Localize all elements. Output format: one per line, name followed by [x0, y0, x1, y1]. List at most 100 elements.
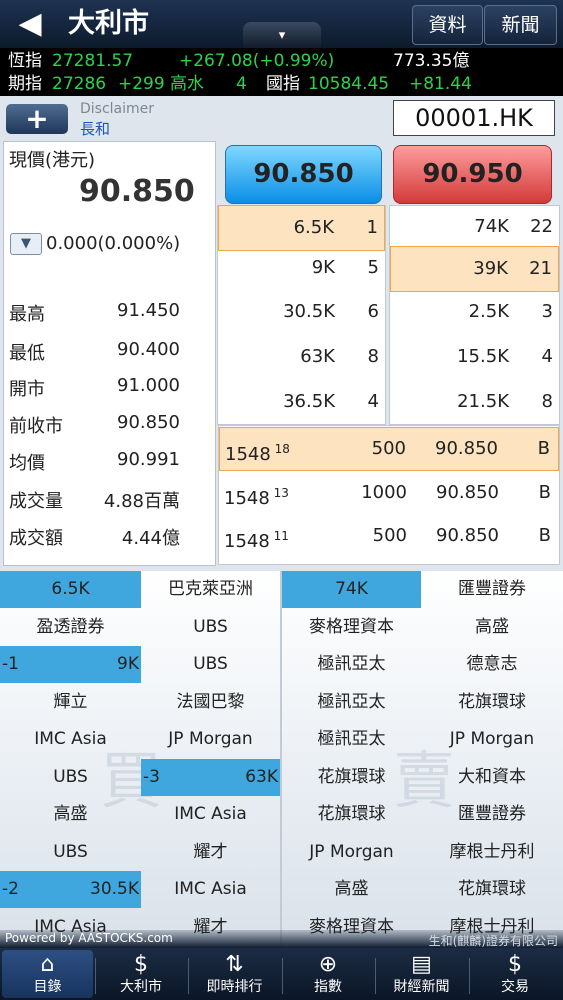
queue-row: 36.5K 4	[218, 380, 385, 424]
tab-label: 財經新聞	[393, 979, 450, 995]
queue-row: 74K 22	[390, 205, 559, 249]
broker-cell: UBS	[53, 841, 88, 862]
tab-index[interactable]: ⊕ 指數	[283, 950, 374, 998]
stat-label: 最高	[9, 304, 45, 325]
broker-spread-cell: -1 9K	[0, 646, 141, 683]
spread-volume: 9K	[117, 654, 139, 674]
page-title: 大利市	[68, 8, 149, 39]
tab-trade[interactable]: $ 交易	[470, 950, 561, 998]
tab-separator	[94, 958, 96, 994]
stat-value: 91.450	[117, 300, 180, 321]
broker-spread-cell: 6.5K	[0, 571, 141, 608]
stat-label: 最低	[9, 343, 45, 364]
trade-time-hhmm: 1548	[224, 531, 270, 552]
broker-cell: 大和資本	[458, 766, 526, 787]
trade-time: 1548 18	[225, 428, 290, 476]
tab-icon: ⌂	[40, 952, 55, 977]
queue-order-count: 8	[541, 391, 553, 412]
futures-label: 期指	[8, 74, 42, 94]
bid-queue: 6.5K 1 9K 5 30.5K 6 63K 8 36.5K 4	[217, 205, 386, 425]
queue-row: 63K 8	[218, 335, 385, 379]
broker-spread-cell: -2 30.5K	[0, 871, 141, 908]
tab-label: 大利市	[120, 979, 162, 995]
premium-label: 高水	[170, 74, 204, 94]
chevron-down-icon: ▼	[10, 233, 42, 255]
dropdown-toggle-icon[interactable]: ▾	[243, 22, 321, 48]
stat-label: 成交量	[9, 491, 63, 512]
tab-icon: ⊕	[318, 952, 338, 977]
tab-separator	[281, 958, 283, 994]
ask-price-button[interactable]: 90.950	[393, 145, 552, 204]
spread-level: -1	[2, 654, 19, 674]
bid-price-button[interactable]: 90.850	[225, 145, 382, 204]
trade-time-hhmm: 1548	[225, 444, 271, 465]
spread-level: -2	[2, 879, 19, 899]
news-button[interactable]: 新聞	[484, 5, 557, 45]
powered-by: Powered by AASTOCKS.com	[5, 931, 173, 945]
tab-label: 目錄	[33, 979, 62, 995]
broker-cell: 花旗環球	[317, 766, 386, 787]
premium-value: 4	[236, 74, 247, 94]
queue-volume: 6.5K	[293, 217, 334, 238]
broker-cell: UBS	[193, 616, 228, 637]
tab-label: 即時排行	[206, 979, 263, 995]
tab-separator	[375, 958, 376, 994]
queue-order-count: 1	[366, 217, 378, 238]
tab-menu[interactable]: ⌂ 目錄	[2, 950, 93, 998]
stock-code-input[interactable]: 00001.HK	[393, 100, 555, 136]
queue-order-count: 8	[367, 346, 379, 367]
broker-cell: 德意志	[466, 654, 518, 674]
broker-cell: 匯豐證券	[458, 579, 526, 599]
price-change: 0.000(0.000%)	[46, 233, 181, 254]
queue-volume: 9K	[311, 257, 335, 278]
current-price: 90.850	[79, 174, 195, 209]
tab-separator	[188, 958, 189, 994]
queue-order-count: 5	[367, 257, 379, 278]
broker-cell: JP Morgan	[449, 729, 535, 749]
queue-volume: 2.5K	[468, 301, 509, 322]
queue-row: 30.5K 6	[218, 290, 385, 334]
queue-order-count: 4	[367, 391, 379, 412]
trade-time-seconds: 13	[269, 486, 289, 500]
trade-quantity: 500	[372, 525, 407, 546]
broker-cell: 高盛	[53, 804, 88, 824]
broker-spread-cell: -3 63K	[141, 758, 280, 796]
hscei-label: 國指	[266, 74, 300, 94]
trade-time-seconds: 18	[270, 442, 290, 456]
queue-row: 39K 21	[390, 246, 559, 292]
stat-label: 成交額	[9, 528, 63, 549]
queue-volume: 30.5K	[283, 301, 335, 322]
disclaimer-link[interactable]: Disclaimer	[80, 101, 154, 117]
info-button[interactable]: 資料	[412, 5, 483, 45]
spread-volume: 63K	[245, 766, 278, 787]
tab-news[interactable]: ▤ 財經新聞	[376, 950, 467, 998]
tab-icon: $	[508, 952, 522, 977]
add-watchlist-button[interactable]: +	[6, 104, 68, 134]
broker-cell: JP Morgan	[309, 841, 394, 862]
trade-time-seconds: 11	[269, 529, 289, 543]
back-icon[interactable]: ◀	[10, 6, 50, 42]
stat-label: 前收市	[9, 416, 63, 437]
queue-volume: 63K	[300, 346, 335, 367]
hsi-label: 恆指	[8, 51, 42, 71]
queue-volume: 21.5K	[457, 391, 509, 412]
spread-level: -3	[143, 766, 160, 787]
tab-ranking[interactable]: ⇅ 即時排行	[189, 950, 280, 998]
hsi-value: 27281.57	[52, 51, 134, 71]
broker-spread-cell: 74K	[282, 571, 421, 608]
broker-cell: IMC Asia	[174, 879, 247, 899]
queue-row: 15.5K 4	[390, 335, 559, 379]
tab-dalishi[interactable]: $ 大利市	[96, 950, 187, 998]
broker-cell: 法國巴黎	[176, 691, 245, 712]
queue-row: 2.5K 3	[390, 290, 559, 334]
market-turnover: 773.35億	[393, 51, 470, 71]
broker-cell: 麥格理資本	[309, 616, 394, 637]
price-label: 現價(港元)	[9, 150, 96, 171]
queue-volume: 74K	[474, 216, 509, 237]
trade-time: 1548 13	[224, 472, 289, 520]
broker-cell: 高盛	[475, 616, 509, 637]
tab-icon: $	[134, 952, 148, 977]
trade-row: 1548 18 500 90.850 B	[219, 427, 559, 471]
trade-price: 90.850	[436, 482, 499, 503]
trade-side: B	[538, 482, 551, 503]
